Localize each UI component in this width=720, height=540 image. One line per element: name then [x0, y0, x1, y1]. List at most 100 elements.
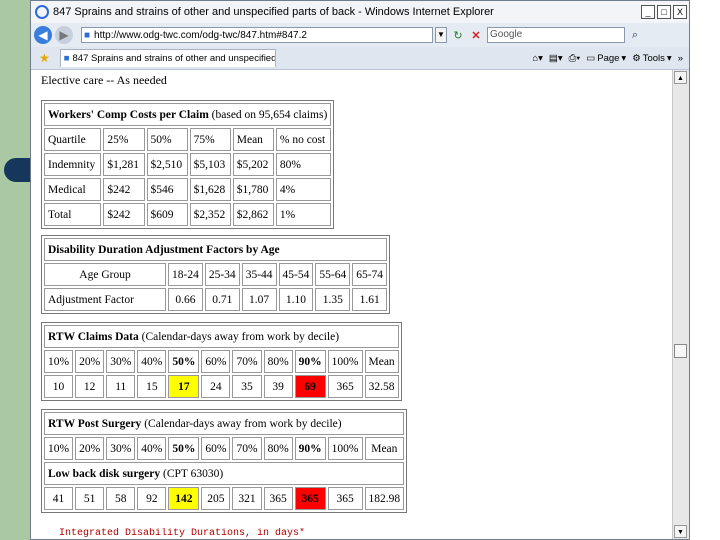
costs-caption: Workers' Comp Costs per Claim (based on … — [44, 103, 332, 126]
table-cell: $1,281 — [103, 153, 145, 176]
costs-header-cell: Mean — [232, 128, 274, 151]
search-input[interactable]: Google — [487, 27, 625, 43]
tab-label: 847 Sprains and strains of other and uns… — [72, 53, 276, 64]
decile-header: 20% — [75, 437, 105, 460]
table-cell: $1,628 — [189, 178, 231, 201]
median-value: 17 — [178, 380, 190, 393]
decile-header: 60% — [201, 350, 231, 373]
maximize-button[interactable]: □ — [657, 5, 671, 19]
vertical-scrollbar[interactable]: ▲ ▼ — [672, 70, 689, 539]
back-arrow-icon[interactable]: ◀ — [34, 26, 52, 44]
active-tab[interactable]: ■ 847 Sprains and strains of other and u… — [59, 49, 276, 67]
costs-table: Workers' Comp Costs per Claim (based on … — [41, 100, 335, 229]
refresh-icon[interactable]: ↻ — [451, 29, 465, 42]
decile-value: 32.58 — [364, 375, 399, 398]
age-group-cell: 55-64 — [315, 263, 351, 286]
adjustment-factor-cell: 1.61 — [352, 288, 388, 311]
stop-icon[interactable]: ✕ — [469, 29, 483, 42]
age-group-cell: 18-24 — [168, 263, 203, 286]
costs-header-cell: % no cost — [275, 128, 332, 151]
rtw-surgery-caption-row: RTW Post Surgery (Calendar-days away fro… — [44, 412, 405, 435]
table-cell: $2,352 — [189, 203, 231, 226]
address-dropdown-icon[interactable]: ▼ — [435, 27, 447, 43]
adjustment-factor-cell: 1.10 — [278, 288, 314, 311]
decile-header: 70% — [232, 437, 262, 460]
table-cell: $5,202 — [232, 153, 274, 176]
adjustment-factor-cell: 1.07 — [241, 288, 277, 311]
adjustment-factor-cell: 0.66 — [168, 288, 203, 311]
decile-value: 365 — [263, 487, 293, 510]
costs-caption-rest: (based on 95,654 claims) — [208, 108, 328, 121]
tools-menu[interactable]: ⚙ Tools ▾ — [632, 53, 672, 64]
decile-value: 205 — [201, 487, 231, 510]
rtw-surgery-subcaption: Low back disk surgery (CPT 63030) — [44, 462, 405, 485]
rtw-surgery-caption-bold: RTW Post Surgery — [48, 417, 142, 430]
decile-value: 51 — [75, 487, 105, 510]
tab-bar: ★ ■ 847 Sprains and strains of other and… — [31, 47, 689, 70]
decile-value: 12 — [75, 375, 105, 398]
decile-header: 90% — [294, 350, 326, 373]
decile-value: 10 — [44, 375, 74, 398]
rtw-claims-caption-rest: (Calendar-days away from work by decile) — [138, 330, 340, 343]
table-cell: Total — [44, 203, 102, 226]
decile-value: 15 — [137, 375, 167, 398]
costs-header-row: Quartile 25% 50% 75% Mean % no cost — [44, 128, 332, 151]
scroll-up-icon[interactable]: ▲ — [674, 71, 687, 84]
age-caption: Disability Duration Adjustment Factors b… — [44, 238, 388, 261]
table-cell: $2,862 — [232, 203, 274, 226]
costs-header-cell: Quartile — [44, 128, 102, 151]
search-icon[interactable]: ⌕ — [627, 29, 643, 42]
p90-value: 69 — [304, 380, 316, 393]
rtw-claims-caption: RTW Claims Data (Calendar-days away from… — [44, 325, 399, 348]
table-cell: $242 — [103, 203, 145, 226]
home-icon[interactable]: ⌂▾ — [532, 53, 543, 64]
median-highlight-cell: 142 — [168, 487, 200, 510]
scroll-thumb[interactable] — [674, 344, 687, 358]
age-group-row: Age Group 18-24 25-34 35-44 45-54 55-64 … — [44, 263, 388, 286]
print-icon[interactable]: ⎙▾ — [569, 53, 581, 64]
decile-header: 30% — [106, 437, 136, 460]
decile-header: 10% — [44, 437, 74, 460]
decile-header: 100% — [327, 350, 363, 373]
decile-value: 11 — [106, 375, 136, 398]
table-row: Medical $242 $546 $1,628 $1,780 4% — [44, 178, 332, 201]
integrated-durations-heading: Integrated Disability Durations, in days… — [59, 528, 306, 537]
decile-header-bold: 90% — [298, 355, 322, 368]
rtw-surgery-header-row: 10% 20% 30% 40% 50% 60% 70% 80% 90% 100%… — [44, 437, 405, 460]
costs-header-cell: 25% — [103, 128, 145, 151]
minimize-button[interactable]: _ — [641, 5, 655, 19]
address-bar[interactable]: ■ http://www.odg-twc.com/odg-twc/847.htm… — [81, 27, 433, 43]
forward-arrow-icon[interactable]: ▶ — [55, 26, 73, 44]
table-cell: $1,780 — [232, 178, 274, 201]
scroll-down-icon[interactable]: ▼ — [674, 525, 687, 538]
page-menu[interactable]: ▭ Page ▾ — [586, 53, 626, 64]
feeds-icon[interactable]: ▤▾ — [549, 53, 563, 64]
close-button[interactable]: X — [673, 5, 687, 19]
decile-header-bold: 50% — [172, 355, 196, 368]
table-cell: $5,103 — [189, 153, 231, 176]
p90-highlight-cell: 365 — [294, 487, 326, 510]
decile-value: 321 — [232, 487, 262, 510]
decile-header: 50% — [168, 350, 200, 373]
decile-header: 80% — [263, 350, 293, 373]
decile-header: Mean — [364, 437, 405, 460]
rtw-surgery-caption: RTW Post Surgery (Calendar-days away fro… — [44, 412, 405, 435]
command-bar: ⌂▾ ▤▾ ⎙▾ ▭ Page ▾ ⚙ Tools ▾ » — [532, 47, 683, 69]
decile-header: 80% — [263, 437, 293, 460]
table-cell: 1% — [275, 203, 332, 226]
costs-header-cell: 75% — [189, 128, 231, 151]
rtw-claims-header-row: 10% 20% 30% 40% 50% 60% 70% 80% 90% 100%… — [44, 350, 399, 373]
favorites-star-icon[interactable]: ★ — [39, 51, 50, 65]
decile-value: 35 — [232, 375, 262, 398]
rtw-surgery-subcaption-row: Low back disk surgery (CPT 63030) — [44, 462, 405, 485]
decile-value: 58 — [106, 487, 136, 510]
rtw-surgery-table: RTW Post Surgery (Calendar-days away fro… — [41, 409, 408, 513]
rtw-claims-caption-bold: RTW Claims Data — [48, 330, 139, 343]
age-group-cell: 35-44 — [241, 263, 277, 286]
table-row: Indemnity $1,281 $2,510 $5,103 $5,202 80… — [44, 153, 332, 176]
adjustment-factor-cell: 0.71 — [204, 288, 240, 311]
p90-value: 365 — [301, 492, 319, 505]
table-cell: $2,510 — [146, 153, 188, 176]
overflow-chevron-icon[interactable]: » — [678, 53, 683, 64]
browser-window: 847 Sprains and strains of other and uns… — [30, 0, 690, 540]
